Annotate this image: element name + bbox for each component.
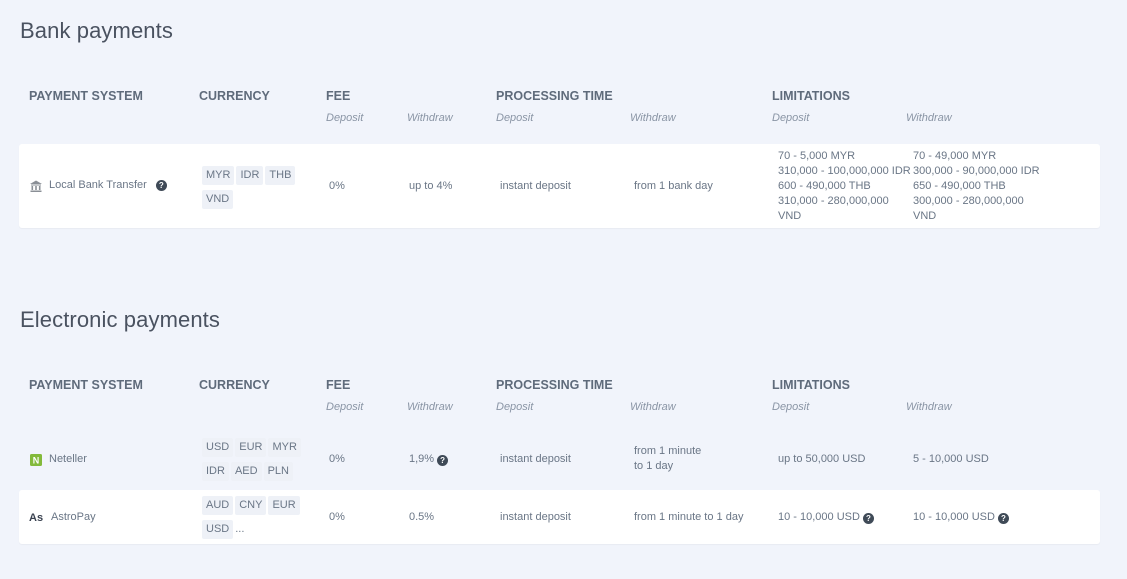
limit-withdraw: 10 - 10,000 USD xyxy=(913,511,995,523)
currency-chip: THB xyxy=(265,166,296,185)
limit-line: 70 - 49,000 MYR xyxy=(913,150,997,162)
col-payment-system: PAYMENT SYSTEM xyxy=(29,378,143,392)
currency-chip: AED xyxy=(230,462,262,481)
limit-line: VND xyxy=(913,210,937,222)
limit-deposit: 70 - 5,000 MYR 310,000 - 100,000,000 IDR… xyxy=(778,149,911,224)
astropay-icon: As xyxy=(29,511,44,524)
bank-section-title: Bank payments xyxy=(20,18,173,43)
currency-chip: IDR xyxy=(202,462,229,481)
limit-line: 650 - 490,000 THB xyxy=(913,180,1006,192)
electronic-section-title: Electronic payments xyxy=(20,307,220,332)
limit-deposit: up to 50,000 USD xyxy=(778,453,866,465)
help-icon[interactable]: ? xyxy=(155,180,167,191)
time-withdraw-line: to 1 day xyxy=(634,460,674,472)
sub-fee-withdraw: Withdraw xyxy=(407,401,453,413)
limit-line: 300,000 - 90,000,000 IDR xyxy=(913,165,1040,177)
table-row: Local Bank Transfer? MYR IDR THB VND 0% up … xyxy=(19,144,1100,228)
table-row: As AstroPay AUD CNY EUR USD... 0% 0.5% inst… xyxy=(19,490,1100,544)
time-deposit: instant deposit xyxy=(500,453,571,465)
currency-chip: IDR xyxy=(236,166,264,185)
sub-fee-deposit: Deposit xyxy=(326,112,364,124)
fee-deposit: 0% xyxy=(329,180,345,192)
payment-system-name: Local Bank Transfer xyxy=(49,179,147,191)
currency-list: AUD CNY EUR USD... xyxy=(202,496,312,544)
help-icon[interactable]: ? xyxy=(437,455,449,466)
help-icon[interactable]: ? xyxy=(997,513,1009,524)
fee-withdraw: 1,9% xyxy=(409,453,435,465)
sub-time-withdraw: Withdraw xyxy=(630,401,676,413)
fee-withdraw-cell: 1,9%? xyxy=(409,452,449,467)
sub-limit-deposit: Deposit xyxy=(772,401,810,413)
col-limitations: LIMITATIONS xyxy=(772,89,850,103)
currency-list: USD EUR MYR IDR AED PLN xyxy=(202,438,312,486)
table-row: N Neteller USD EUR MYR IDR AED PLN 0% 1,9%? i… xyxy=(19,432,1100,488)
col-payment-system: PAYMENT SYSTEM xyxy=(29,89,143,103)
limit-deposit-cell: 10 - 10,000 USD? xyxy=(778,510,874,525)
bank-icon xyxy=(30,180,42,192)
time-deposit: instant deposit xyxy=(500,511,571,523)
currency-chip: PLN xyxy=(263,462,293,481)
col-processing-time: PROCESSING TIME xyxy=(496,378,613,392)
currency-chip: EUR xyxy=(235,438,267,457)
col-fee: FEE xyxy=(326,378,351,392)
svg-text:N: N xyxy=(33,455,40,465)
limit-line: 300,000 - 280,000,000 xyxy=(913,195,1024,207)
limit-withdraw: 70 - 49,000 MYR 300,000 - 90,000,000 IDR… xyxy=(913,149,1040,224)
col-currency: CURRENCY xyxy=(199,378,270,392)
limit-line: 70 - 5,000 MYR xyxy=(778,150,856,162)
sub-fee-withdraw: Withdraw xyxy=(407,112,453,124)
time-withdraw: from 1 minute to 1 day xyxy=(634,511,744,523)
col-fee: FEE xyxy=(326,89,351,103)
sub-time-withdraw: Withdraw xyxy=(630,112,676,124)
col-processing-time: PROCESSING TIME xyxy=(496,89,613,103)
currency-chip: USD xyxy=(202,438,234,457)
neteller-icon: N xyxy=(30,453,42,466)
time-withdraw: from 1 bank day xyxy=(634,180,713,192)
sub-fee-deposit: Deposit xyxy=(326,401,364,413)
currency-chip: MYR xyxy=(268,438,301,457)
currency-chip: VND xyxy=(202,190,234,209)
limit-line: VND xyxy=(778,210,802,222)
fee-withdraw: up to 4% xyxy=(409,180,453,192)
fee-deposit: 0% xyxy=(329,453,345,465)
col-limitations: LIMITATIONS xyxy=(772,378,850,392)
col-currency: CURRENCY xyxy=(199,89,270,103)
limit-withdraw-cell: 10 - 10,000 USD? xyxy=(913,510,1009,525)
sub-limit-withdraw: Withdraw xyxy=(906,401,952,413)
currency-chip: MYR xyxy=(202,166,235,185)
time-deposit: instant deposit xyxy=(500,180,571,192)
sub-limit-deposit: Deposit xyxy=(772,112,810,124)
time-withdraw-line: from 1 minute xyxy=(634,445,702,457)
payment-system-cell[interactable]: Local Bank Transfer? xyxy=(29,178,167,193)
payment-system-name: Neteller xyxy=(49,453,87,465)
sub-limit-withdraw: Withdraw xyxy=(906,112,952,124)
payment-system-cell[interactable]: As AstroPay xyxy=(29,510,96,525)
currency-list: MYR IDR THB VND xyxy=(202,166,312,214)
currency-chip: CNY xyxy=(235,496,267,515)
help-icon[interactable]: ? xyxy=(862,513,874,524)
payment-system-name: AstroPay xyxy=(51,511,96,523)
fee-withdraw: 0.5% xyxy=(409,511,435,523)
limit-line: 310,000 - 280,000,000 xyxy=(778,195,889,207)
currency-chip: EUR xyxy=(268,496,300,515)
fee-deposit: 0% xyxy=(329,511,345,523)
currency-chip: AUD xyxy=(202,496,234,515)
time-withdraw: from 1 minute to 1 day xyxy=(634,444,701,474)
sub-time-deposit: Deposit xyxy=(496,112,534,124)
currency-chip: USD xyxy=(202,520,234,539)
sub-time-deposit: Deposit xyxy=(496,401,534,413)
payment-system-cell[interactable]: N Neteller xyxy=(29,452,87,467)
limit-withdraw: 5 - 10,000 USD xyxy=(913,453,989,465)
limit-line: 600 - 490,000 THB xyxy=(778,180,871,192)
limit-line: 310,000 - 100,000,000 IDR xyxy=(778,165,911,177)
more-currencies[interactable]: ... xyxy=(235,522,244,537)
limit-deposit: 10 - 10,000 USD xyxy=(778,511,860,523)
